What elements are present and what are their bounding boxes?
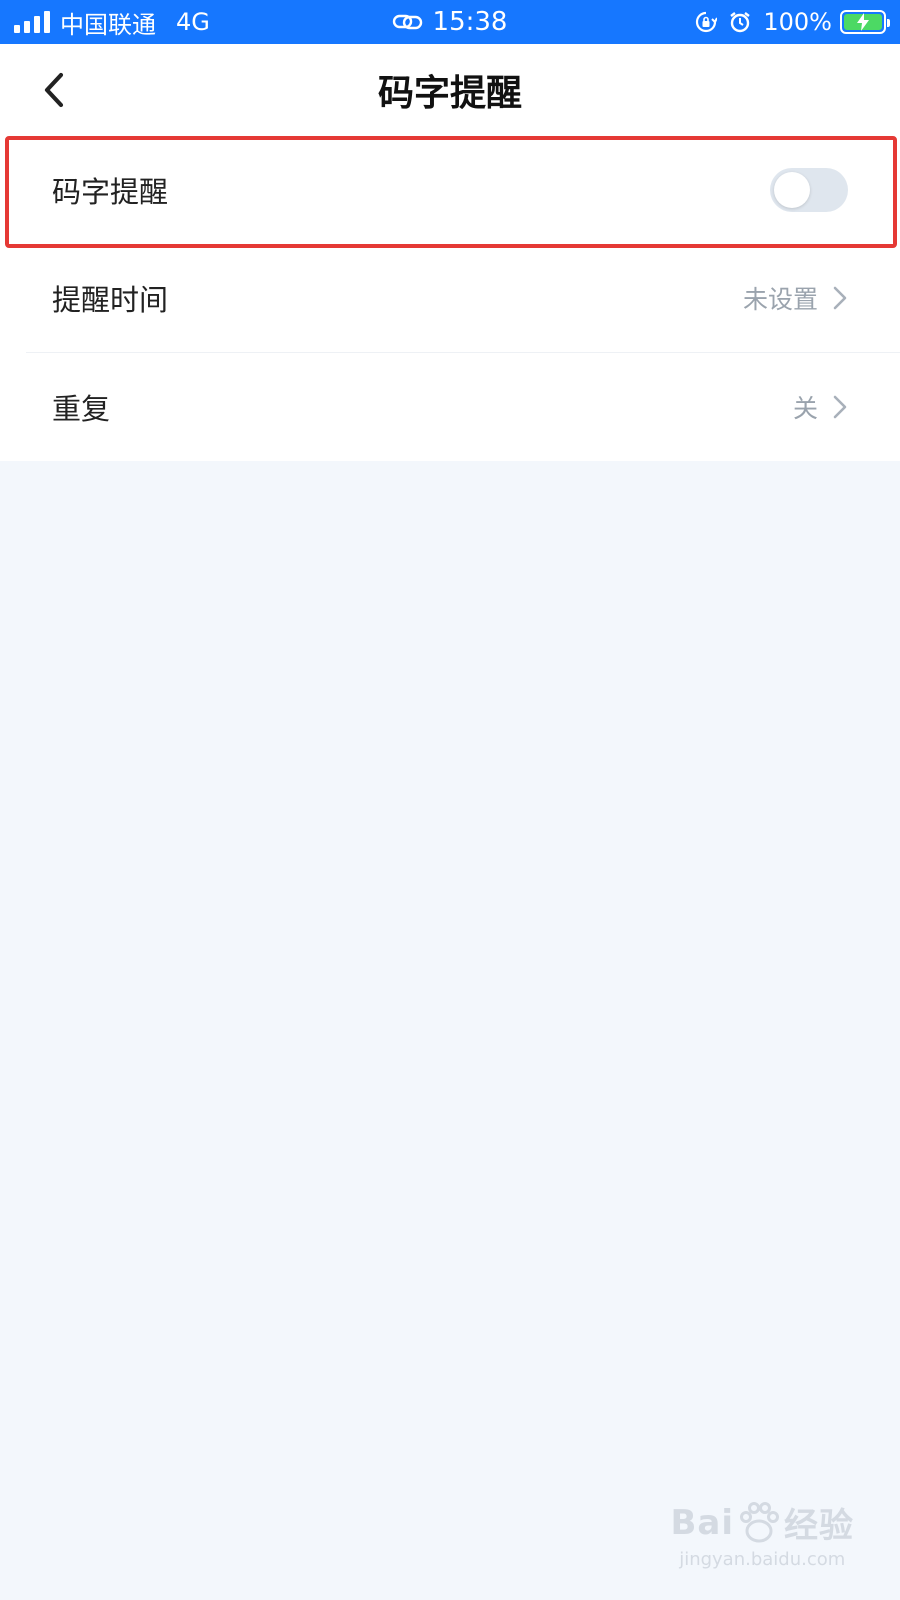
page-title: 码字提醒 [377, 73, 522, 114]
battery-percentage: 100% [763, 8, 832, 36]
baidu-jingyan-watermark: Bai 经验 jingyan.baidu.com [670, 1498, 854, 1570]
repeat-label: 重复 [52, 392, 111, 426]
back-button[interactable] [34, 70, 74, 110]
watermark-logo-right: 经验 [784, 1506, 854, 1546]
link-icon [392, 14, 423, 30]
chevron-right-icon [833, 286, 847, 310]
reminder-time-row[interactable]: 提醒时间 未设置 [0, 244, 900, 352]
nav-header: 码字提醒 [0, 44, 900, 136]
repeat-right: 关 [793, 389, 848, 425]
reminder-toggle-label: 码字提醒 [52, 175, 169, 209]
reminder-time-value: 未设置 [742, 285, 818, 314]
status-bar-center: 15:38 [392, 7, 508, 37]
watermark-logo-left: Bai [670, 1502, 734, 1543]
clock-time: 15:38 [432, 7, 508, 37]
status-bar-right: 100% [695, 8, 890, 36]
rotation-lock-icon [696, 11, 718, 33]
signal-icon [14, 11, 50, 33]
network-type: 4G [176, 8, 210, 36]
settings-list: 码字提醒 提醒时间 未设置 重复 关 [0, 136, 900, 461]
chevron-left-icon [44, 72, 64, 108]
alarm-icon [730, 12, 751, 33]
reminder-toggle-row: 码字提醒 [0, 136, 900, 244]
watermark-logo: Bai 经验 [670, 1498, 854, 1547]
reminder-time-label: 提醒时间 [52, 283, 169, 317]
reminder-toggle-switch[interactable] [770, 168, 848, 212]
toggle-knob [774, 172, 810, 208]
chevron-right-icon [833, 395, 847, 419]
watermark-url: jingyan.baidu.com [679, 1549, 846, 1570]
reminder-time-right: 未设置 [743, 280, 848, 316]
battery-charging-icon [840, 10, 890, 34]
paw-icon [740, 1501, 779, 1542]
repeat-row[interactable]: 重复 关 [0, 353, 900, 461]
carrier-name: 中国联通 [60, 10, 156, 39]
status-bar-left: 中国联通 4G [14, 5, 210, 40]
repeat-value: 关 [792, 394, 818, 423]
status-bar: 中国联通 4G 15:38 100% [0, 0, 900, 44]
